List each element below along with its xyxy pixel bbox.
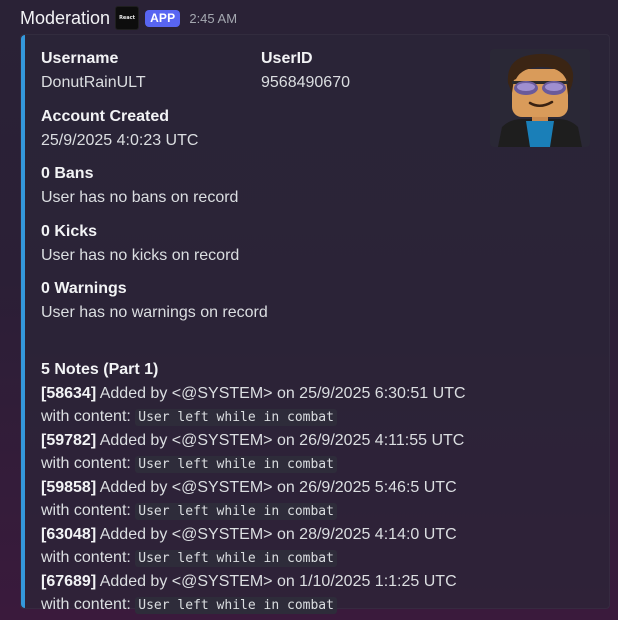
userid-field: UserID 9568490670 [261, 49, 350, 93]
username-field: Username DonutRainULT [41, 49, 146, 93]
moderation-embed: Username DonutRainULT UserID 9568490670 … [20, 34, 610, 614]
account-created-label: Account Created [41, 108, 170, 125]
kicks-value: User has no kicks on record [41, 247, 240, 264]
roblox-avatar-icon[interactable] [490, 49, 590, 147]
warnings-value: User has no warnings on record [41, 304, 268, 321]
bot-logo-text: React [119, 15, 136, 21]
bans-field: 0 Bans User has no bans on record [41, 164, 238, 208]
note-content: User left while in combat [135, 409, 337, 426]
note-id: [58634] [41, 385, 97, 402]
username-value: DonutRainULT [41, 74, 146, 91]
account-created-value: 25/9/2025 4:0:23 UTC [41, 132, 199, 149]
note-content: User left while in combat [135, 597, 337, 614]
message-timestamp: 2:45 AM [189, 10, 238, 26]
embed-accent-bar [21, 35, 25, 608]
kicks-field: 0 Kicks User has no kicks on record [41, 222, 239, 266]
note-content: User left while in combat [135, 550, 337, 567]
notes-label: 5 Notes (Part 1) [41, 361, 159, 378]
userid-label: UserID [261, 50, 313, 67]
app-badge: APP [145, 9, 181, 27]
author-name[interactable]: Moderation [20, 8, 110, 29]
note-item: [59858] Added by <@SYSTEM> on 26/9/2025 … [41, 476, 481, 523]
kicks-label: 0 Kicks [41, 223, 98, 240]
userid-value: 9568490670 [261, 74, 350, 91]
message-header: Moderation React APP 2:45 AM [20, 5, 237, 31]
note-content: User left while in combat [135, 456, 337, 473]
account-created-field: Account Created 25/9/2025 4:0:23 UTC [41, 107, 198, 151]
note-id: [63048] [41, 526, 97, 543]
notes-field: 5 Notes (Part 1) [58634] Added by <@SYST… [41, 360, 591, 617]
warnings-field: 0 Warnings User has no warnings on recor… [41, 279, 268, 323]
note-item: [67689] Added by <@SYSTEM> on 1/10/2025 … [41, 570, 481, 617]
bans-label: 0 Bans [41, 165, 94, 182]
note-id: [59858] [41, 479, 97, 496]
bot-logo-icon: React [115, 6, 140, 30]
username-label: Username [41, 50, 119, 67]
note-id: [67689] [41, 573, 97, 590]
note-content: User left while in combat [135, 503, 337, 520]
note-item: [59782] Added by <@SYSTEM> on 26/9/2025 … [41, 429, 481, 476]
bans-value: User has no bans on record [41, 189, 239, 206]
note-id: [59782] [41, 432, 97, 449]
warnings-label: 0 Warnings [41, 280, 127, 297]
note-item: [63048] Added by <@SYSTEM> on 28/9/2025 … [41, 523, 481, 570]
note-item: [58634] Added by <@SYSTEM> on 25/9/2025 … [41, 382, 481, 429]
